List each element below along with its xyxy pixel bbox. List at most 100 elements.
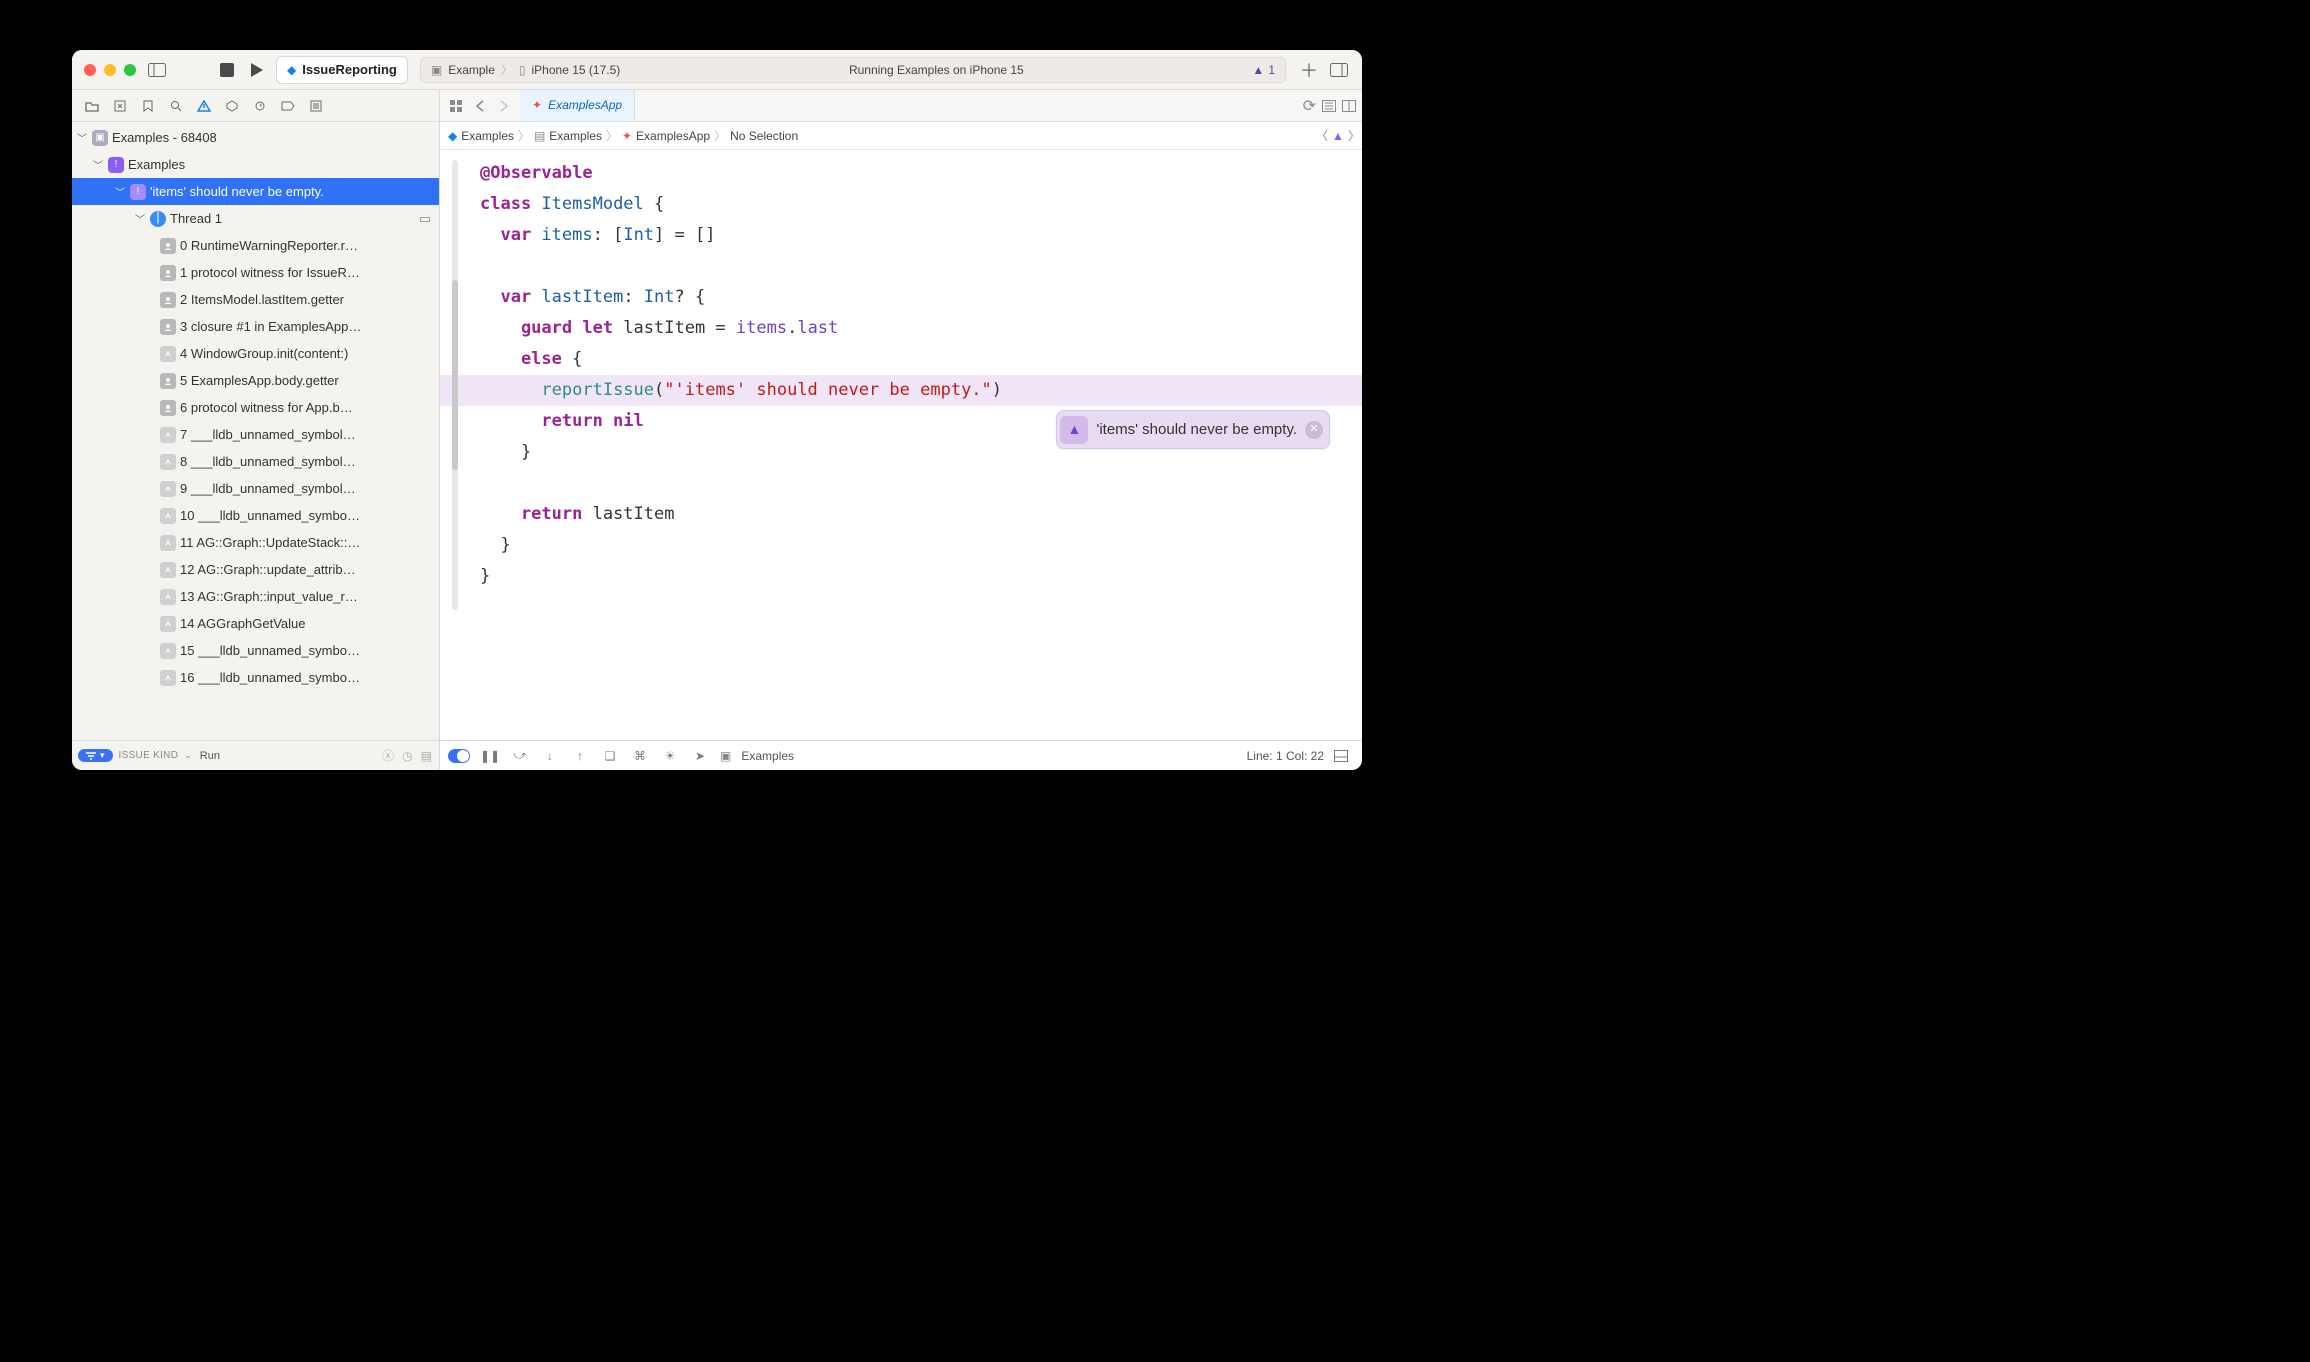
stack-frame-row[interactable]: 16 ___lldb_unnamed_symbo…	[72, 664, 439, 691]
breakpoints-toggle[interactable]	[448, 749, 470, 763]
stop-button[interactable]	[214, 57, 240, 83]
stack-frame-row[interactable]: 11 AG::Graph::UpdateStack::…	[72, 529, 439, 556]
editor-tab-bar: ✦ ExamplesApp ⟳	[440, 90, 1362, 122]
code-token: Int	[623, 225, 654, 245]
editor-tab[interactable]: ✦ ExamplesApp	[520, 90, 635, 121]
process-row[interactable]: ﹀▣ Examples - 68408	[72, 124, 439, 151]
code-token: guard let	[480, 318, 623, 338]
recent-filter-icon[interactable]: ◷	[402, 749, 412, 763]
stack-frame-row[interactable]: 9 ___lldb_unnamed_symbol…	[72, 475, 439, 502]
system-frame-icon	[160, 481, 176, 497]
stack-frame-label: 11 AG::Graph::UpdateStack::…	[180, 535, 439, 550]
inline-issue-text: 'items' should never be empty.	[1096, 414, 1297, 445]
view-debug-icon[interactable]: ❏	[600, 749, 620, 763]
code-token: lastItem	[593, 504, 675, 524]
toggle-inspector-button[interactable]	[1326, 57, 1352, 83]
thread-row[interactable]: ﹀⎮ Thread 1 ▭	[72, 205, 439, 232]
system-frame-icon	[160, 427, 176, 443]
main-split: ﹀▣ Examples - 68408 ﹀! Examples ﹀! 'item…	[72, 122, 1362, 770]
find-navigator-icon[interactable]	[162, 94, 190, 118]
warning-icon: ▲	[1252, 63, 1264, 77]
thread-detail-icon[interactable]: ▭	[419, 211, 431, 227]
device-label: iPhone 15 (17.5)	[532, 63, 621, 77]
forward-button[interactable]	[492, 94, 516, 118]
report-navigator-icon[interactable]	[302, 94, 330, 118]
add-editor-icon[interactable]	[1342, 100, 1356, 112]
stack-frame-row[interactable]: 15 ___lldb_unnamed_symbo…	[72, 637, 439, 664]
stack-frame-row[interactable]: 12 AG::Graph::update_attrib…	[72, 556, 439, 583]
thread-icon: ⎮	[150, 211, 166, 227]
stack-frame-row[interactable]: 6 protocol witness for App.b…	[72, 394, 439, 421]
stack-frame-row[interactable]: 13 AG::Graph::input_value_r…	[72, 583, 439, 610]
project-navigator-icon[interactable]	[78, 94, 106, 118]
run-button[interactable]	[244, 57, 270, 83]
code-token: last	[797, 318, 838, 338]
close-icon[interactable]: ✕	[1305, 421, 1323, 439]
stack-frame-row[interactable]: 0 RuntimeWarningReporter.r…	[72, 232, 439, 259]
system-frame-icon	[160, 508, 176, 524]
stack-frame-label: 0 RuntimeWarningReporter.r…	[180, 238, 439, 253]
prev-issue-icon[interactable]: 〈	[1316, 127, 1328, 144]
filter-input[interactable]	[198, 746, 375, 766]
step-over-icon[interactable]: ⤻	[510, 748, 530, 763]
code-token: lastItem =	[623, 318, 736, 338]
filter-menu-button[interactable]: ▾	[78, 749, 113, 762]
issue-row[interactable]: ﹀! 'items' should never be empty.	[72, 178, 439, 205]
stack-frame-label: 12 AG::Graph::update_attrib…	[180, 562, 439, 577]
back-button[interactable]	[468, 94, 492, 118]
editor-pane: ◆ Examples〉 ▤ Examples〉 ✦ ExamplesApp〉 N…	[440, 122, 1362, 770]
close-window-button[interactable]	[84, 64, 96, 76]
source-editor[interactable]: @Observable class ItemsModel { var items…	[440, 150, 1362, 740]
crumb-0: Examples	[461, 129, 514, 143]
issue-navigator-icon[interactable]	[190, 94, 218, 118]
stack-frame-row[interactable]: 14 AGGraphGetValue	[72, 610, 439, 637]
clear-filter-icon[interactable]: ⓧ	[382, 747, 394, 764]
code-token: )	[992, 380, 1002, 400]
zoom-window-button[interactable]	[124, 64, 136, 76]
app-process-icon: ▣	[92, 130, 108, 146]
library-button[interactable]: ＋	[1296, 57, 1322, 83]
stack-frame-row[interactable]: 4 WindowGroup.init(content:)	[72, 340, 439, 367]
stack-frame-row[interactable]: 3 closure #1 in ExamplesApp…	[72, 313, 439, 340]
adjust-editor-icon[interactable]	[1322, 100, 1336, 112]
user-frame-icon	[160, 292, 176, 308]
pause-icon[interactable]: ❚❚	[480, 749, 500, 763]
stack-frame-row[interactable]: 2 ItemsModel.lastItem.getter	[72, 286, 439, 313]
system-frame-icon	[160, 670, 176, 686]
warning-icon: !	[108, 157, 124, 173]
stack-frame-row[interactable]: 5 ExamplesApp.body.getter	[72, 367, 439, 394]
stack-frame-row[interactable]: 8 ___lldb_unnamed_symbol…	[72, 448, 439, 475]
toggle-debug-area-icon[interactable]	[1334, 750, 1354, 762]
breakpoint-navigator-icon[interactable]	[274, 94, 302, 118]
target-app-icon: ▣	[720, 749, 731, 763]
next-issue-icon[interactable]: 〉	[1348, 127, 1360, 144]
related-items-icon[interactable]	[444, 94, 468, 118]
location-icon[interactable]: ➤	[690, 749, 710, 763]
stack-frame-label: 3 closure #1 in ExamplesApp…	[180, 319, 439, 334]
scheme-selector[interactable]: ◆ IssueReporting	[276, 56, 408, 84]
toggle-navigator-button[interactable]	[144, 57, 170, 83]
memory-graph-icon[interactable]: ⌘	[630, 749, 650, 763]
refresh-icon[interactable]: ⟳	[1303, 96, 1316, 116]
minimize-window-button[interactable]	[104, 64, 116, 76]
scope-filter-icon[interactable]: ▤	[421, 749, 432, 763]
system-frame-icon	[160, 346, 176, 362]
stack-frame-row[interactable]: 10 ___lldb_unnamed_symbo…	[72, 502, 439, 529]
test-navigator-icon[interactable]	[218, 94, 246, 118]
source-control-navigator-icon[interactable]	[106, 94, 134, 118]
warnings-indicator[interactable]: ▲ 1	[1252, 63, 1275, 77]
inline-issue-annotation[interactable]: ▲ 'items' should never be empty. ✕	[1056, 410, 1330, 449]
system-frame-icon	[160, 616, 176, 632]
bookmark-navigator-icon[interactable]	[134, 94, 162, 118]
env-overrides-icon[interactable]: ☀	[660, 749, 680, 763]
step-out-icon[interactable]: ↑	[570, 749, 590, 763]
stack-frame-row[interactable]: 7 ___lldb_unnamed_symbol…	[72, 421, 439, 448]
step-into-icon[interactable]: ↓	[540, 749, 560, 763]
jump-bar[interactable]: ◆ Examples〉 ▤ Examples〉 ✦ ExamplesApp〉 N…	[440, 122, 1314, 150]
user-frame-icon	[160, 238, 176, 254]
system-frame-icon	[160, 643, 176, 659]
debug-navigator-icon[interactable]	[246, 94, 274, 118]
target-label: Example	[448, 63, 495, 77]
stack-frame-row[interactable]: 1 protocol witness for IssueR…	[72, 259, 439, 286]
group-row[interactable]: ﹀! Examples	[72, 151, 439, 178]
